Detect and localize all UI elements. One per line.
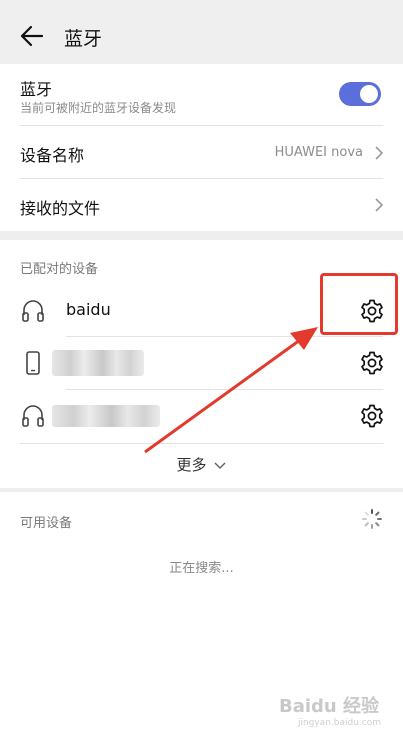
watermark-url: jingyan.baidu.com xyxy=(297,718,381,728)
watermark-logo: Baidu 经验 xyxy=(278,696,379,717)
annotation-arrow xyxy=(144,327,318,454)
